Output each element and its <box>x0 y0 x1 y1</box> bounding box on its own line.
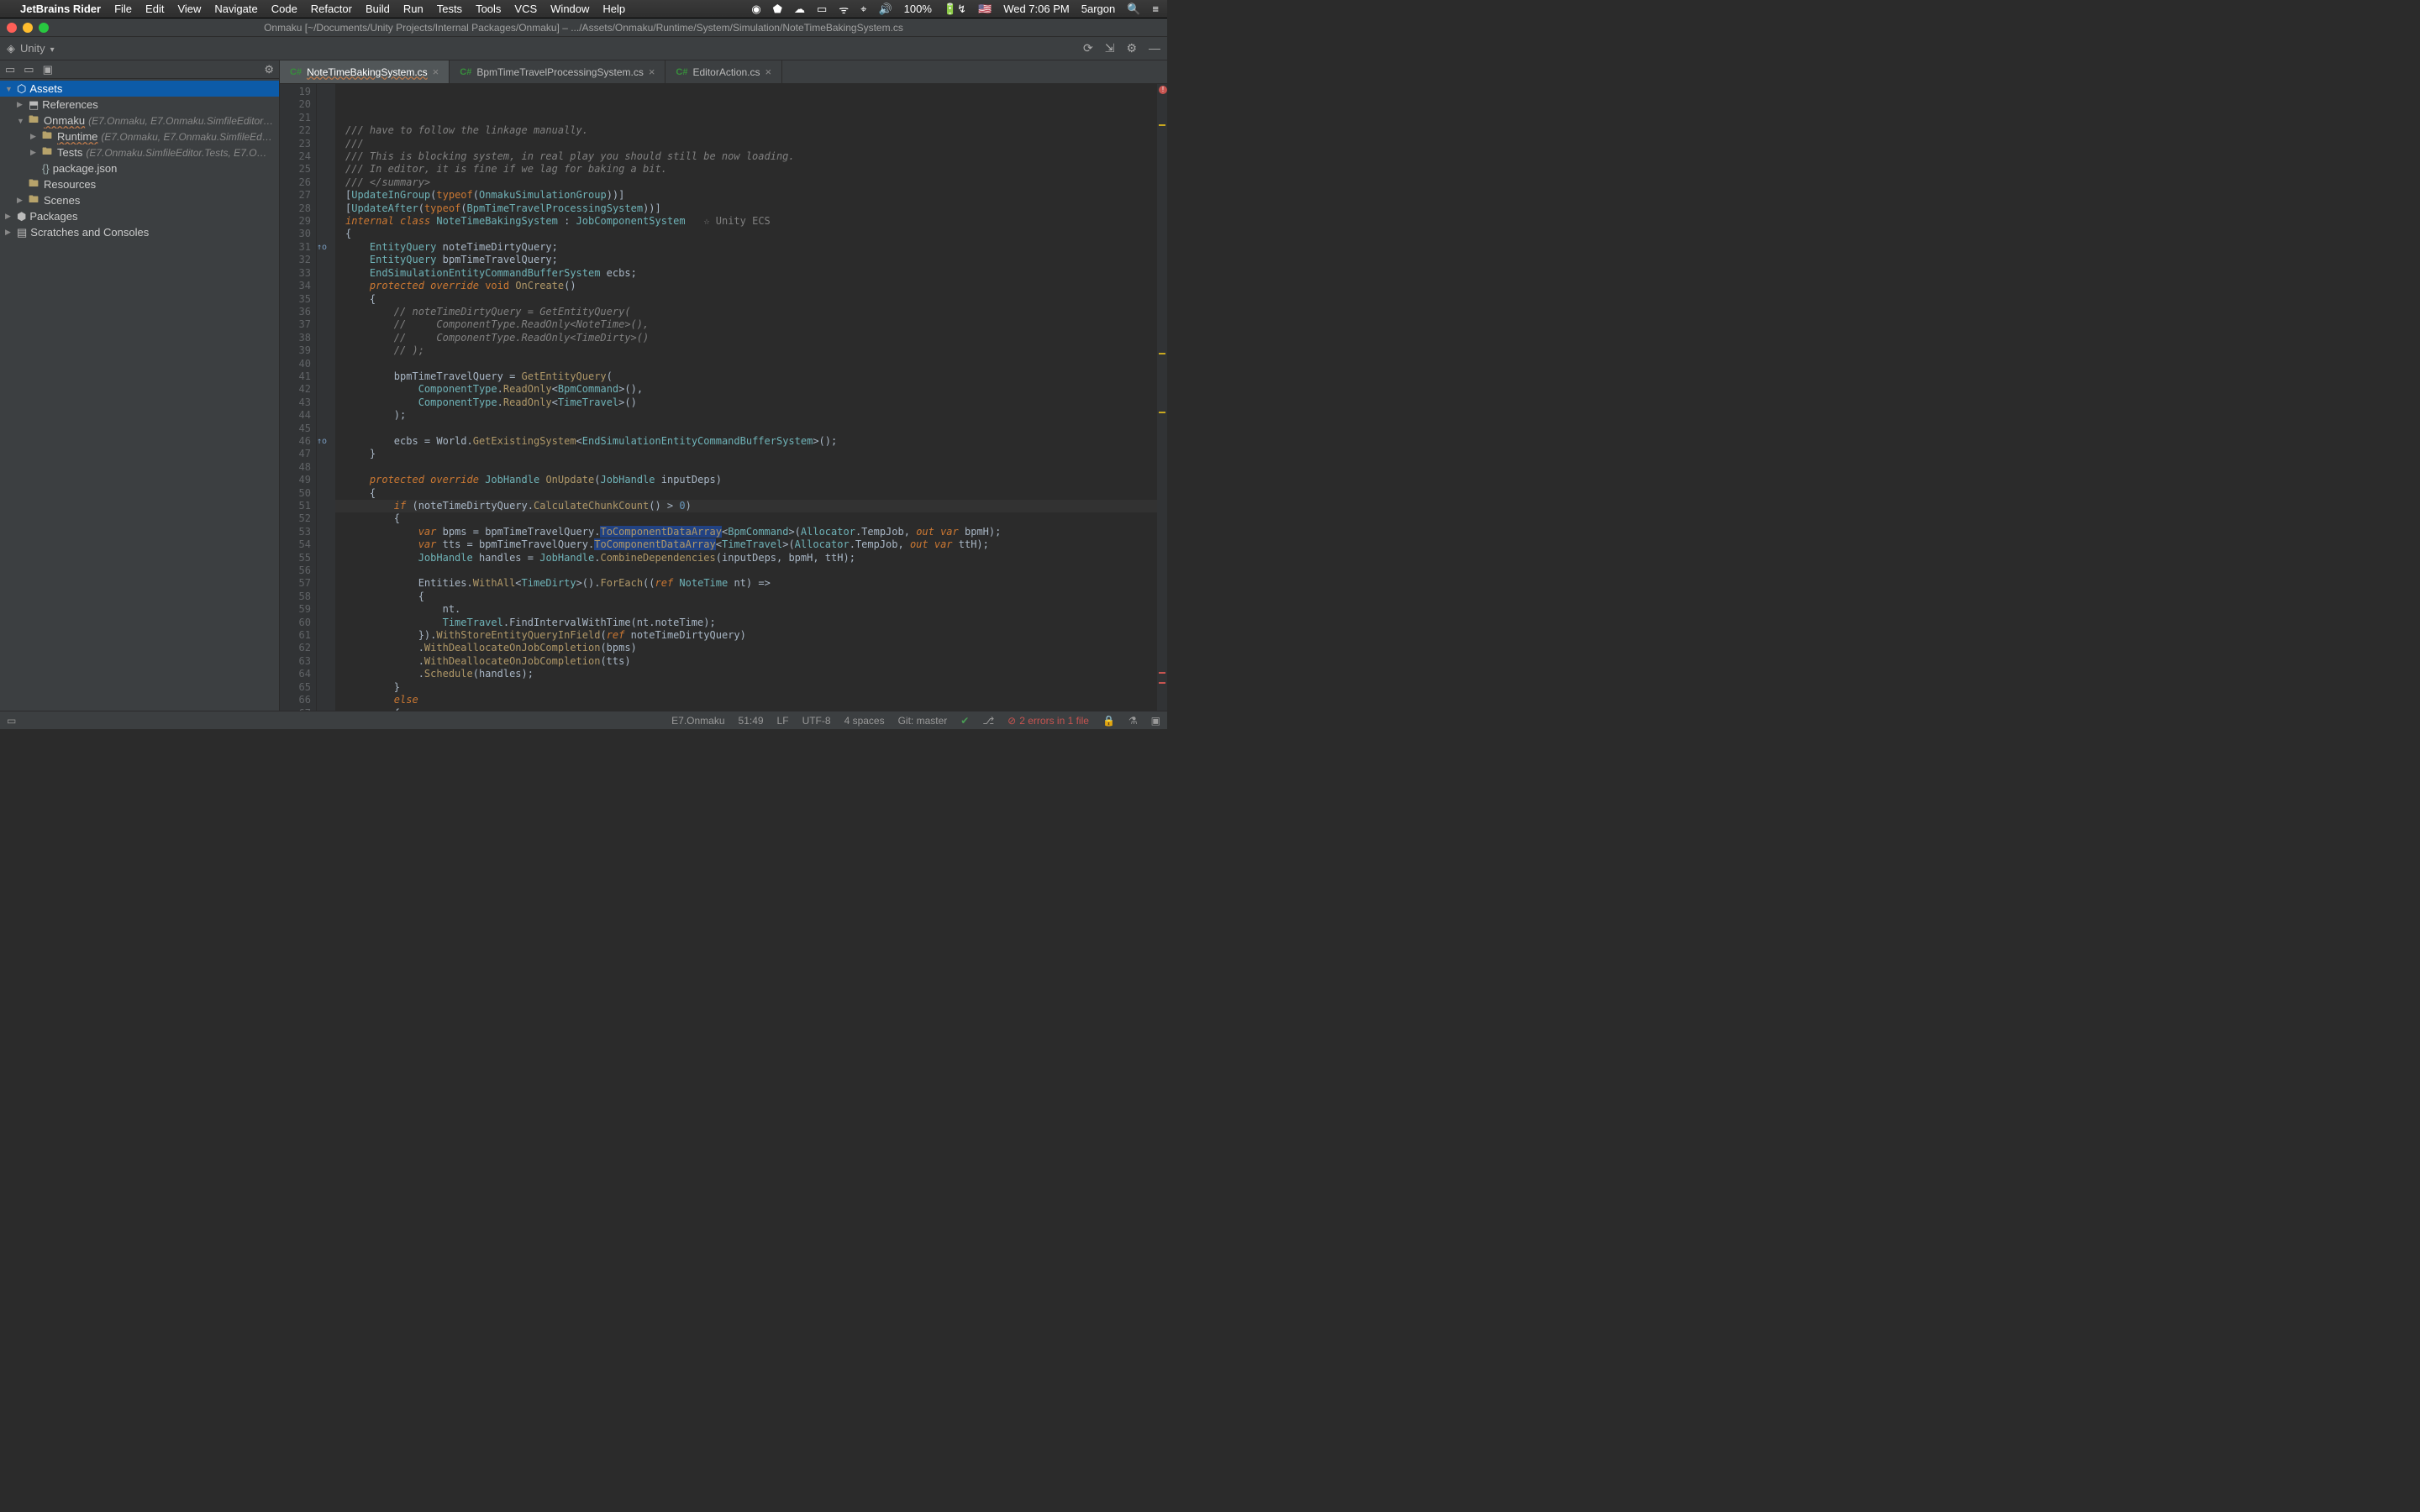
window-maximize-button[interactable] <box>39 23 49 33</box>
status-terminal-icon[interactable]: ▣ <box>1151 715 1160 727</box>
status-encoding[interactable]: UTF-8 <box>802 715 831 727</box>
menu-tests[interactable]: Tests <box>437 3 462 15</box>
settings-icon[interactable]: ⚙ <box>1126 41 1137 55</box>
close-icon[interactable]: × <box>765 66 772 78</box>
package-icon: ⬢ <box>17 210 26 223</box>
error-indicator[interactable]: ! <box>1159 86 1167 94</box>
menu-run[interactable]: Run <box>403 3 424 15</box>
tab-editor-action[interactable]: C# EditorAction.cs × <box>666 60 782 83</box>
clock[interactable]: Wed 7:06 PM <box>1003 3 1070 15</box>
editor-tabs: C# NoteTimeBakingSystem.cs × C# BpmTimeT… <box>280 60 1167 84</box>
tree-node-onmaku[interactable]: ▼🖿 Onmaku (E7.Onmaku, E7.Onmaku.SimfileE… <box>0 113 279 129</box>
wifi-icon[interactable]: ᯤ <box>839 2 849 17</box>
folder-icon: 🖿 <box>29 176 40 192</box>
menu-refactor[interactable]: Refactor <box>311 3 352 15</box>
panel-tab-icon2[interactable]: ▭ <box>24 63 34 76</box>
user-menu[interactable]: 5argon <box>1081 3 1115 15</box>
menu-build[interactable]: Build <box>366 3 390 15</box>
json-icon: {} <box>42 162 50 175</box>
menu-file[interactable]: File <box>114 3 132 15</box>
dropbox-icon[interactable]: ⬟ <box>773 3 782 16</box>
unity-icon: ◈ <box>7 42 15 55</box>
input-flag[interactable]: 🇺🇸 <box>978 3 992 16</box>
tray-icon[interactable]: ◉ <box>751 3 760 16</box>
menu-vcs[interactable]: VCS <box>514 3 537 15</box>
window-close-button[interactable] <box>7 23 17 33</box>
panel-tab-icon[interactable]: ▭ <box>5 63 15 76</box>
main-area: ▭ ▭ ▣ ⚙ ▼⬡ Assets ▶⬒ References ▼🖿 Onmak… <box>0 60 1167 711</box>
tree-node-assets[interactable]: ▼⬡ Assets <box>0 81 279 97</box>
control-center-icon[interactable]: ≡ <box>1152 3 1159 15</box>
menu-window[interactable]: Window <box>550 3 589 15</box>
bluetooth-icon[interactable]: ⌖ <box>860 3 866 16</box>
panel-settings-icon[interactable]: ⚙ <box>264 63 274 76</box>
folder-icon: 🖿 <box>42 144 54 160</box>
line-gutter[interactable]: 19 20 21 22 23 24 25 26 27 28 29 30 31 3… <box>280 84 317 711</box>
folder-icon: 🖿 <box>29 113 40 129</box>
menu-code[interactable]: Code <box>271 3 297 15</box>
system-tray: ◉ ⬟ ☁ ▭ ᯤ ⌖ 🔊 100% 🔋↯ 🇺🇸 Wed 7:06 PM 5ar… <box>751 2 1159 17</box>
close-icon[interactable]: × <box>649 66 655 78</box>
layers-icon[interactable]: ⇲ <box>1105 41 1115 55</box>
statusbar-tool-icon[interactable]: ▭ <box>7 715 16 727</box>
module-icon: ⬡ <box>17 82 26 96</box>
menu-edit[interactable]: Edit <box>145 3 164 15</box>
status-git[interactable]: Git: master <box>898 715 948 727</box>
scratch-icon: ▤ <box>17 226 27 239</box>
status-beaker-icon[interactable]: ⚗ <box>1128 715 1138 727</box>
run-config-name: Unity <box>20 42 55 55</box>
tree-node-packages[interactable]: ▶⬢ Packages <box>0 208 279 224</box>
project-panel-header: ▭ ▭ ▣ ⚙ <box>0 60 279 79</box>
tree-node-scenes[interactable]: ▶🖿 Scenes <box>0 192 279 208</box>
window-title: Onmaku [~/Documents/Unity Projects/Inter… <box>7 22 1160 34</box>
tab-note-time-baking[interactable]: C# NoteTimeBakingSystem.cs × <box>280 60 450 83</box>
battery-pct[interactable]: 100% <box>904 3 932 15</box>
references-icon: ⬒ <box>29 98 39 112</box>
gutter-icons[interactable]: ↑o ↑o <box>317 84 335 711</box>
tree-node-runtime[interactable]: ▶🖿 Runtime (E7.Onmaku, E7.Onmaku.Simfile… <box>0 129 279 144</box>
code-editor[interactable]: /// have to follow the linkage manually.… <box>335 84 1157 711</box>
project-panel: ▭ ▭ ▣ ⚙ ▼⬡ Assets ▶⬒ References ▼🖿 Onmak… <box>0 60 280 711</box>
display-icon[interactable]: ▭ <box>817 3 827 16</box>
app-name[interactable]: JetBrains Rider <box>20 3 101 15</box>
status-errors[interactable]: ⊘ 2 errors in 1 file <box>1007 715 1089 727</box>
status-indent[interactable]: 4 spaces <box>844 715 885 727</box>
status-checkmark-icon[interactable]: ✔ <box>960 715 969 727</box>
menu-navigate[interactable]: Navigate <box>214 3 257 15</box>
editor-body[interactable]: 19 20 21 22 23 24 25 26 27 28 29 30 31 3… <box>280 84 1167 711</box>
menu-view[interactable]: View <box>177 3 201 15</box>
spotlight-icon[interactable]: 🔍 <box>1127 3 1140 16</box>
run-config-selector[interactable]: ◈ Unity <box>7 42 55 55</box>
collapse-icon[interactable]: — <box>1149 41 1160 55</box>
main-toolbar: ◈ Unity ⟳ ⇲ ⚙ — <box>0 37 1167 60</box>
cloud-icon[interactable]: ☁ <box>794 3 805 16</box>
status-context[interactable]: E7.Onmaku <box>671 715 724 727</box>
battery-icon[interactable]: 🔋↯ <box>944 3 966 16</box>
tree-node-resources[interactable]: 🖿 Resources <box>0 176 279 192</box>
volume-icon[interactable]: 🔊 <box>878 3 892 16</box>
tree-node-references[interactable]: ▶⬒ References <box>0 97 279 113</box>
panel-tab-icon3[interactable]: ▣ <box>43 63 53 76</box>
folder-icon: 🖿 <box>29 192 40 208</box>
tree-node-package-json[interactable]: {} package.json <box>0 160 279 176</box>
close-icon[interactable]: × <box>433 66 439 78</box>
tree-node-tests[interactable]: ▶🖿 Tests (E7.Onmaku.SimfileEditor.Tests,… <box>0 144 279 160</box>
status-bar: ▭ E7.Onmaku 51:49 LF UTF-8 4 spaces Git:… <box>0 711 1167 729</box>
status-line-ending[interactable]: LF <box>777 715 789 727</box>
macos-menu-bar: JetBrains Rider File Edit View Navigate … <box>0 0 1167 18</box>
status-position[interactable]: 51:49 <box>739 715 764 727</box>
tab-bpm-processing[interactable]: C# BpmTimeTravelProcessingSystem.cs × <box>450 60 666 83</box>
menu-tools[interactable]: Tools <box>476 3 501 15</box>
sync-icon[interactable]: ⟳ <box>1083 41 1093 55</box>
menu-help[interactable]: Help <box>602 3 625 15</box>
project-tree[interactable]: ▼⬡ Assets ▶⬒ References ▼🖿 Onmaku (E7.On… <box>0 79 279 711</box>
window-titlebar: Onmaku [~/Documents/Unity Projects/Inter… <box>0 18 1167 37</box>
tree-node-scratches[interactable]: ▶▤ Scratches and Consoles <box>0 224 279 240</box>
error-strip[interactable]: ! <box>1157 84 1167 711</box>
status-vcs-icon[interactable]: ⎇ <box>982 715 994 727</box>
editor-area: C# NoteTimeBakingSystem.cs × C# BpmTimeT… <box>280 60 1167 711</box>
folder-icon: 🖿 <box>42 129 54 144</box>
status-lock-icon[interactable]: 🔒 <box>1102 715 1115 727</box>
window-minimize-button[interactable] <box>23 23 33 33</box>
